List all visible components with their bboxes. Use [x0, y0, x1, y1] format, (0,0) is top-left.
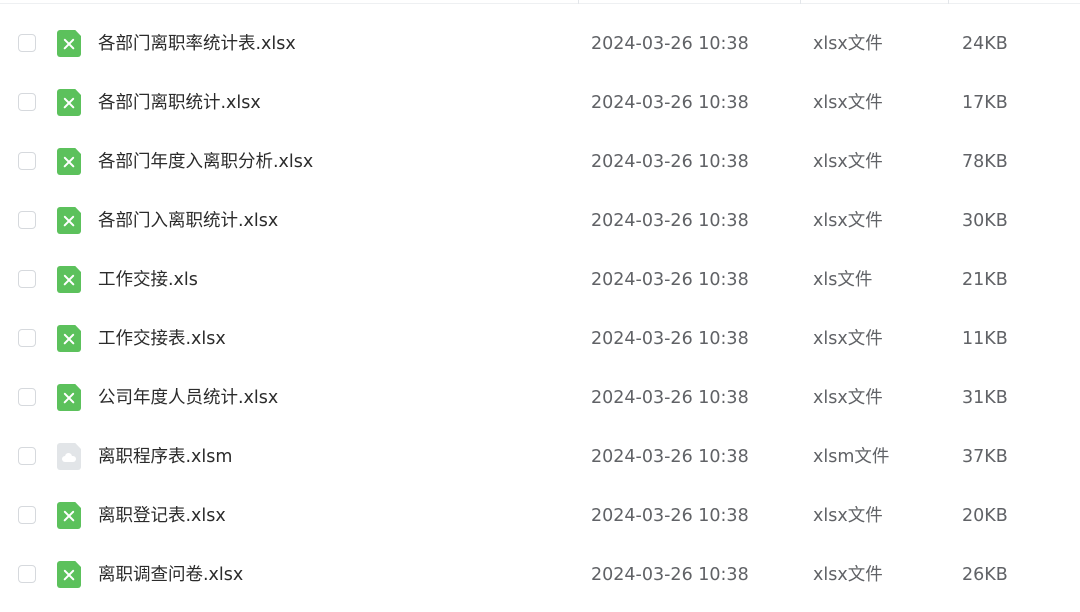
- file-type: xlsx文件: [813, 34, 883, 54]
- column-divider: [948, 0, 949, 4]
- file-modified-date: 2024-03-26 10:38: [591, 506, 749, 526]
- file-row[interactable]: 工作交接.xls 2024-03-26 10:38 xls文件 21KB: [0, 258, 1080, 317]
- file-modified-date: 2024-03-26 10:38: [591, 565, 749, 585]
- row-checkbox[interactable]: [18, 329, 36, 347]
- file-name[interactable]: 各部门年度入离职分析.xlsx: [98, 152, 313, 172]
- file-name[interactable]: 离职程序表.xlsm: [98, 447, 232, 467]
- file-row[interactable]: 工作交接表.xlsx 2024-03-26 10:38 xlsx文件 11KB: [0, 317, 1080, 376]
- file-name[interactable]: 工作交接表.xlsx: [98, 329, 226, 349]
- file-name[interactable]: 工作交接.xls: [98, 270, 198, 290]
- excel-file-icon: [57, 502, 81, 529]
- file-size: 30KB: [962, 211, 1008, 231]
- file-type: xlsx文件: [813, 565, 883, 585]
- file-type: xlsx文件: [813, 388, 883, 408]
- file-modified-date: 2024-03-26 10:38: [591, 93, 749, 113]
- file-name[interactable]: 离职登记表.xlsx: [98, 506, 226, 526]
- file-list: 各部门离职率统计表.xlsx 2024-03-26 10:38 xlsx文件 2…: [0, 0, 1080, 595]
- excel-file-icon: [57, 207, 81, 234]
- file-name[interactable]: 各部门入离职统计.xlsx: [98, 211, 278, 231]
- file-name[interactable]: 各部门离职统计.xlsx: [98, 93, 261, 113]
- file-size: 31KB: [962, 388, 1008, 408]
- row-checkbox[interactable]: [18, 152, 36, 170]
- excel-file-icon: [57, 89, 81, 116]
- file-type: xlsx文件: [813, 152, 883, 172]
- file-row[interactable]: 各部门入离职统计.xlsx 2024-03-26 10:38 xlsx文件 30…: [0, 199, 1080, 258]
- file-name[interactable]: 公司年度人员统计.xlsx: [98, 388, 278, 408]
- row-checkbox[interactable]: [18, 34, 36, 52]
- file-type: xlsx文件: [813, 506, 883, 526]
- file-size: 17KB: [962, 93, 1008, 113]
- excel-file-icon: [57, 325, 81, 352]
- file-type: xlsx文件: [813, 211, 883, 231]
- row-checkbox[interactable]: [18, 93, 36, 111]
- row-checkbox[interactable]: [18, 211, 36, 229]
- row-checkbox[interactable]: [18, 388, 36, 406]
- file-name[interactable]: 离职调查问卷.xlsx: [98, 565, 243, 585]
- file-modified-date: 2024-03-26 10:38: [591, 270, 749, 290]
- file-row[interactable]: 公司年度人员统计.xlsx 2024-03-26 10:38 xlsx文件 31…: [0, 376, 1080, 435]
- file-modified-date: 2024-03-26 10:38: [591, 447, 749, 467]
- cloud-file-icon: [57, 443, 81, 470]
- file-type: xlsx文件: [813, 329, 883, 349]
- file-modified-date: 2024-03-26 10:38: [591, 34, 749, 54]
- file-row[interactable]: 各部门离职统计.xlsx 2024-03-26 10:38 xlsx文件 17K…: [0, 81, 1080, 140]
- row-checkbox[interactable]: [18, 506, 36, 524]
- file-modified-date: 2024-03-26 10:38: [591, 388, 749, 408]
- file-row[interactable]: 离职登记表.xlsx 2024-03-26 10:38 xlsx文件 20KB: [0, 494, 1080, 553]
- file-type: xlsx文件: [813, 93, 883, 113]
- column-divider: [800, 0, 801, 4]
- file-size: 37KB: [962, 447, 1008, 467]
- excel-file-icon: [57, 384, 81, 411]
- file-row[interactable]: 各部门年度入离职分析.xlsx 2024-03-26 10:38 xlsx文件 …: [0, 140, 1080, 199]
- excel-file-icon: [57, 561, 81, 588]
- file-size: 26KB: [962, 565, 1008, 585]
- row-checkbox[interactable]: [18, 270, 36, 288]
- file-modified-date: 2024-03-26 10:38: [591, 329, 749, 349]
- file-type: xlsm文件: [813, 447, 890, 467]
- excel-file-icon: [57, 30, 81, 57]
- file-type: xls文件: [813, 270, 873, 290]
- file-size: 78KB: [962, 152, 1008, 172]
- file-row[interactable]: 离职程序表.xlsm 2024-03-26 10:38 xlsm文件 37KB: [0, 435, 1080, 494]
- file-size: 24KB: [962, 34, 1008, 54]
- excel-file-icon: [57, 266, 81, 293]
- file-row[interactable]: 离职调查问卷.xlsx 2024-03-26 10:38 xlsx文件 26KB: [0, 553, 1080, 612]
- list-top-divider: [0, 3, 1080, 4]
- file-name[interactable]: 各部门离职率统计表.xlsx: [98, 34, 296, 54]
- file-modified-date: 2024-03-26 10:38: [591, 152, 749, 172]
- file-modified-date: 2024-03-26 10:38: [591, 211, 749, 231]
- column-divider: [578, 0, 579, 4]
- file-size: 20KB: [962, 506, 1008, 526]
- row-checkbox[interactable]: [18, 565, 36, 583]
- file-row[interactable]: 各部门离职率统计表.xlsx 2024-03-26 10:38 xlsx文件 2…: [0, 22, 1080, 81]
- file-size: 11KB: [962, 329, 1008, 349]
- file-size: 21KB: [962, 270, 1008, 290]
- excel-file-icon: [57, 148, 81, 175]
- row-checkbox[interactable]: [18, 447, 36, 465]
